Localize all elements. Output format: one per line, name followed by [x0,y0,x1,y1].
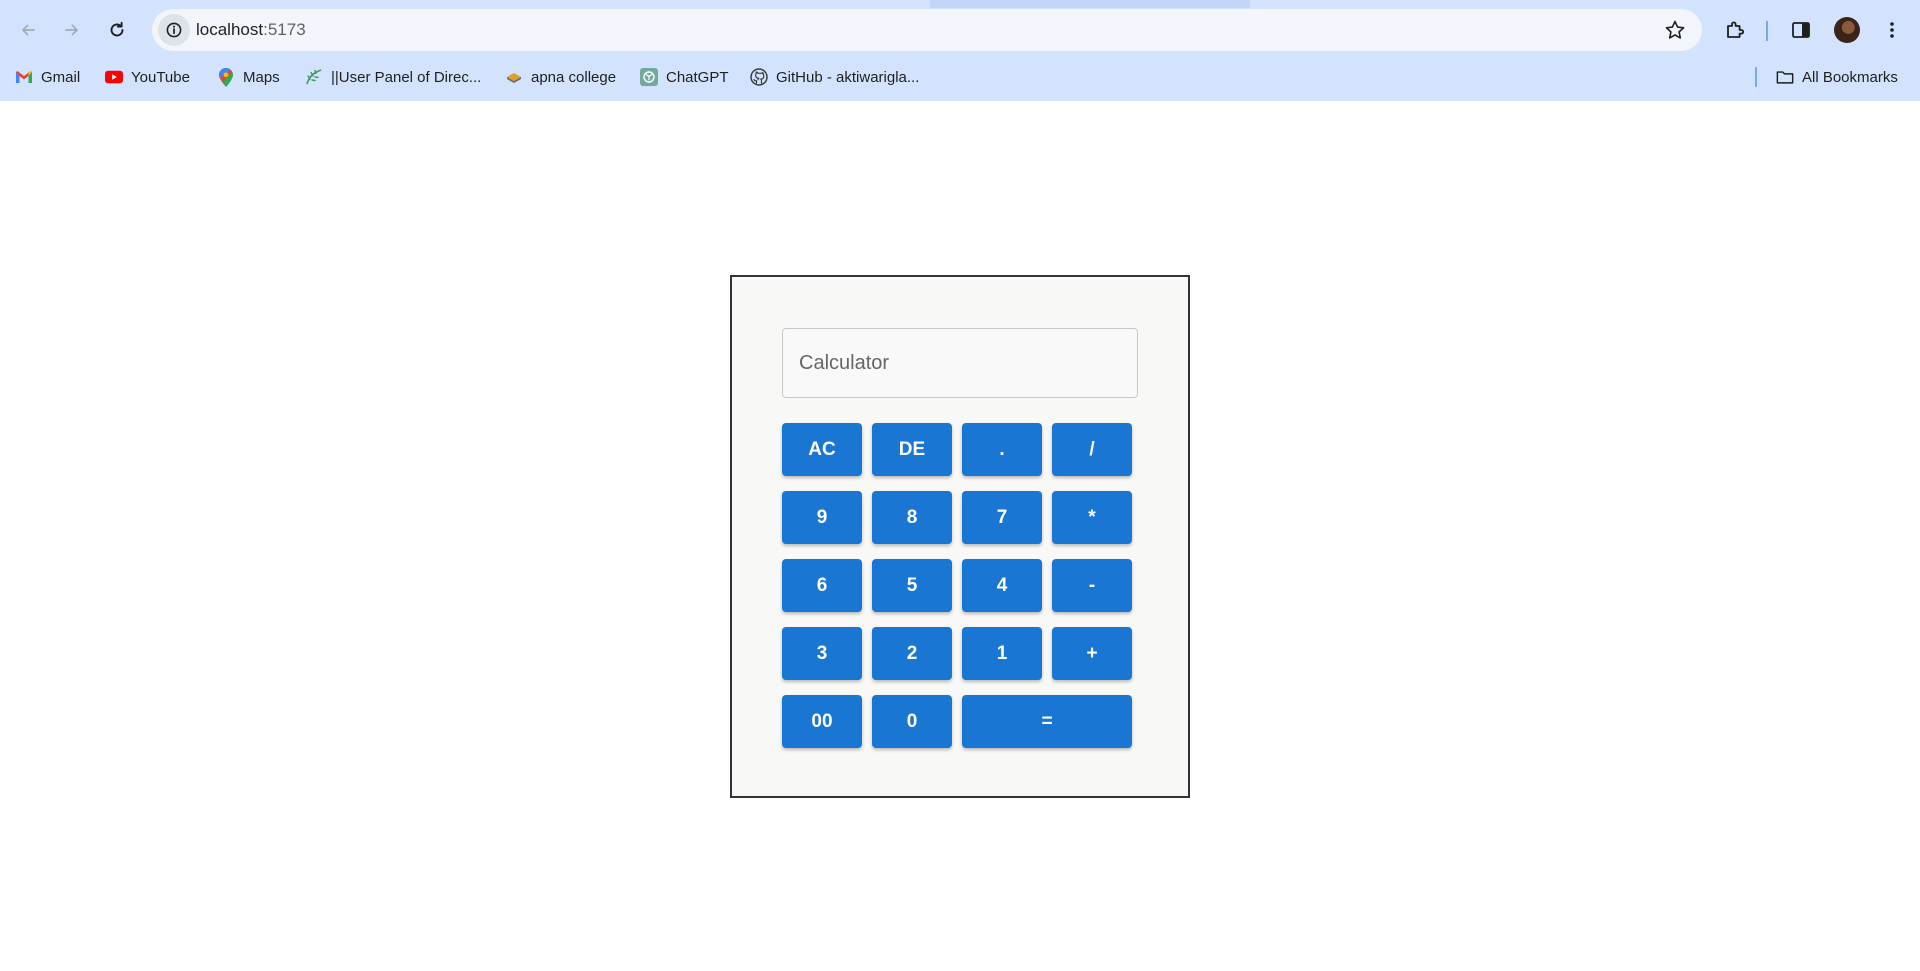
key-add[interactable]: + [1052,627,1132,680]
browser-chrome: localhost:5173 Gmail YouTube Maps ||User… [0,0,1920,101]
bookmarks-divider [1755,67,1757,87]
key-equals[interactable]: = [962,695,1132,748]
toolbar-divider [1766,21,1768,41]
bookmark-gmail[interactable]: Gmail [15,62,80,92]
bookmark-star-icon[interactable] [1664,19,1686,41]
arrow-right-icon [65,24,78,36]
bookmarks-bar: Gmail YouTube Maps ||User Panel of Direc… [0,62,1920,92]
key-subtract[interactable]: - [1052,559,1132,612]
arrow-left-icon [22,24,35,36]
bookmark-label: apna college [531,68,617,86]
all-bookmarks-label: All Bookmarks [1802,68,1898,86]
bookmark-github[interactable]: GitHub - aktiwarigla... [750,62,919,92]
key-5[interactable]: 5 [872,559,952,612]
bookmark-label: ||User Panel of Direc... [331,68,482,86]
key-0[interactable]: 0 [872,695,952,748]
bookmark-apna-college[interactable]: apna college [505,62,616,92]
calculator-display[interactable] [782,328,1138,398]
forward-button[interactable] [54,12,90,48]
key-1[interactable]: 1 [962,627,1042,680]
site-info-icon[interactable] [158,14,190,46]
gmail-icon [15,68,33,86]
key-multiply[interactable]: * [1052,491,1132,544]
youtube-icon [105,68,123,86]
reload-button[interactable] [99,12,135,48]
bookmark-label: GitHub - aktiwarigla... [776,68,920,86]
bookmark-label: Maps [243,68,280,86]
reload-icon [110,21,124,37]
more-vertical-icon [1890,22,1894,38]
maps-icon [217,67,235,87]
chatgpt-icon [640,68,658,86]
tab-strip [0,0,1920,8]
folder-icon [1776,68,1794,86]
profile-avatar[interactable] [1834,17,1860,43]
bookmark-label: Gmail [41,68,81,86]
github-icon [750,68,768,86]
all-bookmarks-button[interactable]: All Bookmarks [1776,62,1898,92]
key-divide[interactable]: / [1052,423,1132,476]
extensions-button[interactable] [1717,12,1753,48]
bookmark-user-panel[interactable]: ||User Panel of Direc... [305,62,481,92]
bookmark-chatgpt[interactable]: ChatGPT [640,62,729,92]
menu-button[interactable] [1874,12,1910,48]
key-double-zero[interactable]: 00 [782,695,862,748]
back-button[interactable] [10,12,46,48]
key-2[interactable]: 2 [872,627,952,680]
side-panel-icon [1792,22,1810,38]
key-4[interactable]: 4 [962,559,1042,612]
key-9[interactable]: 9 [782,491,862,544]
key-all-clear[interactable]: AC [782,423,862,476]
bookmark-label: ChatGPT [666,68,729,86]
key-8[interactable]: 8 [872,491,952,544]
address-bar[interactable]: localhost:5173 [152,9,1702,51]
url-port: :5173 [263,20,306,39]
bookmark-label: YouTube [131,68,190,86]
key-decimal[interactable]: . [962,423,1042,476]
leaf-icon [305,68,323,86]
url-text[interactable]: localhost:5173 [196,20,306,40]
key-3[interactable]: 3 [782,627,862,680]
calculator-panel: AC DE . / 9 8 7 * 6 5 4 - 3 2 1 + 00 0 = [730,275,1190,798]
bookmark-maps[interactable]: Maps [217,62,280,92]
key-delete[interactable]: DE [872,423,952,476]
bookmark-youtube[interactable]: YouTube [105,62,190,92]
key-7[interactable]: 7 [962,491,1042,544]
side-panel-button[interactable] [1783,12,1819,48]
toolbar: localhost:5173 [0,8,1920,52]
apna-college-icon [505,68,523,86]
puzzle-icon [1727,21,1745,38]
url-host: localhost [196,20,264,39]
key-6[interactable]: 6 [782,559,862,612]
